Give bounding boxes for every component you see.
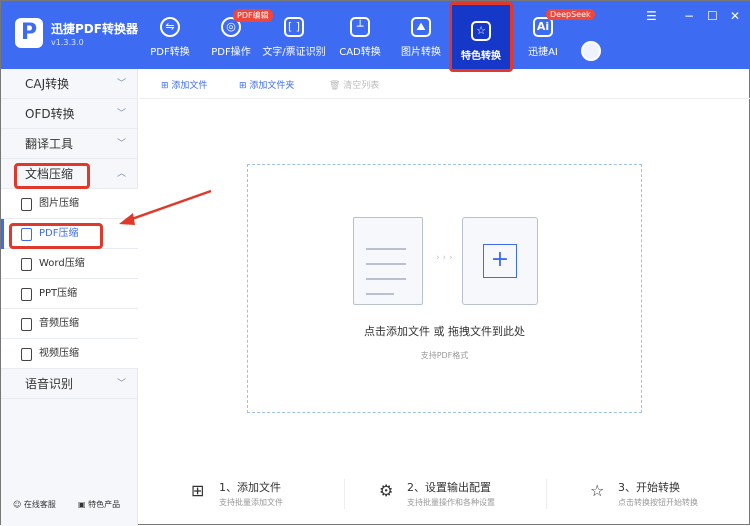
step-title: 3、开始转换 xyxy=(618,481,680,494)
minimize-button[interactable]: − xyxy=(684,9,694,23)
drop-zone[interactable]: › › › + 点击添加文件 或 拖拽文件到此处 支持PDF格式 xyxy=(247,164,642,413)
chevron-down-icon: ﹀ xyxy=(116,139,126,149)
add-file-label: 添加文件 xyxy=(171,81,208,91)
online-service-link[interactable]: ☺ 在线客服 xyxy=(13,499,56,510)
divider xyxy=(344,479,345,509)
chevron-down-icon: ﹀ xyxy=(116,109,126,119)
plus-icon: + xyxy=(483,244,517,278)
clear-label: 清空列表 xyxy=(343,81,380,91)
ppt-file-icon xyxy=(21,288,32,301)
group-label: CAJ转换 xyxy=(25,77,70,91)
user-avatar[interactable] xyxy=(581,41,601,61)
highlight-box-pdf-compress xyxy=(9,223,103,249)
nav-label: PDF转换 xyxy=(150,47,190,58)
maximize-button[interactable]: ☐ xyxy=(707,9,718,23)
gear-icon: ⚙ xyxy=(379,481,394,500)
nav-cad[interactable]: ┴ CAD转换 xyxy=(326,1,394,69)
service-label: 在线客服 xyxy=(23,500,56,509)
menu-icon[interactable]: ☰ xyxy=(646,9,657,23)
star-convert-icon: ☆ xyxy=(471,21,491,41)
audio-file-icon xyxy=(21,318,32,331)
sidebar-group-speech[interactable]: 语音识别 ﹀ xyxy=(1,369,138,399)
item-label: PPT压缩 xyxy=(39,288,78,299)
nav-special-convert[interactable]: ☆ 特色转换 xyxy=(449,2,513,72)
cad-icon: ┴ xyxy=(350,17,370,37)
add-folder-label: 添加文件夹 xyxy=(249,81,295,91)
ai-icon: Ai xyxy=(533,17,553,37)
sidebar-item-audio-compress[interactable]: 音频压缩 xyxy=(1,309,138,339)
word-file-icon xyxy=(21,258,32,271)
sidebar-item-video-compress[interactable]: 视频压缩 xyxy=(1,339,138,369)
video-file-icon xyxy=(21,348,32,361)
step-title: 2、设置输出配置 xyxy=(407,481,491,494)
add-file-button[interactable]: ⊞ 添加文件 xyxy=(161,78,207,91)
image-icon: ⛰ xyxy=(411,17,431,37)
arrows-icon: › › › xyxy=(436,253,453,263)
chevron-up-icon: ︿ xyxy=(116,169,126,179)
highlight-box-doc-compress xyxy=(14,163,90,189)
app-logo: P xyxy=(15,18,43,48)
add-file-box[interactable]: + xyxy=(462,217,538,305)
nav-pdf-convert[interactable]: ⇋ PDF转换 xyxy=(136,1,204,69)
sidebar-group-caj[interactable]: CAJ转换 ﹀ xyxy=(1,69,138,99)
item-label: 视频压缩 xyxy=(39,348,79,359)
nav-label: PDF操作 xyxy=(211,47,251,58)
drop-title: 点击添加文件 或 拖拽文件到此处 xyxy=(364,325,525,338)
image-file-icon xyxy=(21,198,32,211)
special-products-link[interactable]: ▣ 特色产品 xyxy=(78,499,120,510)
nav-label: CAD转换 xyxy=(339,47,381,58)
drop-subtitle: 支持PDF格式 xyxy=(420,351,469,360)
sidebar-item-ppt-compress[interactable]: PPT压缩 xyxy=(1,279,138,309)
products-label: 特色产品 xyxy=(88,500,121,509)
add-folder-button[interactable]: ⊞ 添加文件夹 xyxy=(239,78,294,91)
nav-label: 图片转换 xyxy=(401,47,441,58)
deepseek-badge: DeepSeek xyxy=(546,9,595,20)
sidebar-group-ofd[interactable]: OFD转换 ﹀ xyxy=(1,99,138,129)
close-button[interactable]: ✕ xyxy=(730,9,740,23)
item-label: 音频压缩 xyxy=(39,318,79,329)
convert-circle-icon: ⇋ xyxy=(160,17,180,37)
step-subtitle: 点击转换按钮开始转换 xyxy=(618,498,698,507)
chevron-down-icon: ﹀ xyxy=(116,79,126,89)
step-subtitle: 支持批量添加文件 xyxy=(219,498,283,507)
sidebar-item-word-compress[interactable]: Word压缩 xyxy=(1,249,138,279)
nav-image[interactable]: ⛰ 图片转换 xyxy=(387,1,455,69)
sidebar: CAJ转换 ﹀ OFD转换 ﹀ 翻译工具 ﹀ 文档压缩 ︿ 图片压缩 PDF压缩 Wor… xyxy=(1,69,138,526)
file-plus-icon: ⊞ xyxy=(191,481,205,500)
item-label: 图片压缩 xyxy=(39,198,79,209)
group-label: OFD转换 xyxy=(25,107,75,121)
nav-label: 特色转换 xyxy=(461,51,501,62)
clear-list-button[interactable]: 🗑 清空列表 xyxy=(329,78,379,91)
nav-ocr[interactable]: [ ] 文字/票证识别 xyxy=(260,1,328,69)
group-label: 翻译工具 xyxy=(25,137,74,151)
nav-label: 文字/票证识别 xyxy=(262,47,326,58)
ocr-icon: [ ] xyxy=(284,17,304,37)
divider xyxy=(546,479,547,509)
step-title: 1、添加文件 xyxy=(219,481,281,494)
group-label: 语音识别 xyxy=(25,377,74,391)
selected-indicator xyxy=(1,219,4,249)
item-label: Word压缩 xyxy=(39,258,85,269)
sidebar-group-translate[interactable]: 翻译工具 ﹀ xyxy=(1,129,138,159)
nav-label: 迅捷AI xyxy=(528,47,558,58)
star-convert-icon: ☆ xyxy=(590,481,605,500)
document-icon xyxy=(353,217,423,305)
toolbar: ⊞ 添加文件 ⊞ 添加文件夹 🗑 清空列表 xyxy=(139,69,750,99)
step-subtitle: 支持批量操作和各种设置 xyxy=(407,498,495,507)
chevron-down-icon: ﹀ xyxy=(116,379,126,389)
app-name: 迅捷PDF转换器 xyxy=(51,22,138,36)
sidebar-item-image-compress[interactable]: 图片压缩 xyxy=(1,189,138,219)
app-version: v1.3.3.0 xyxy=(51,38,84,47)
top-bar: P 迅捷PDF转换器 v1.3.3.0 ⇋ PDF转换 ◎ PDF操作 PDF编辑 … xyxy=(1,1,750,72)
